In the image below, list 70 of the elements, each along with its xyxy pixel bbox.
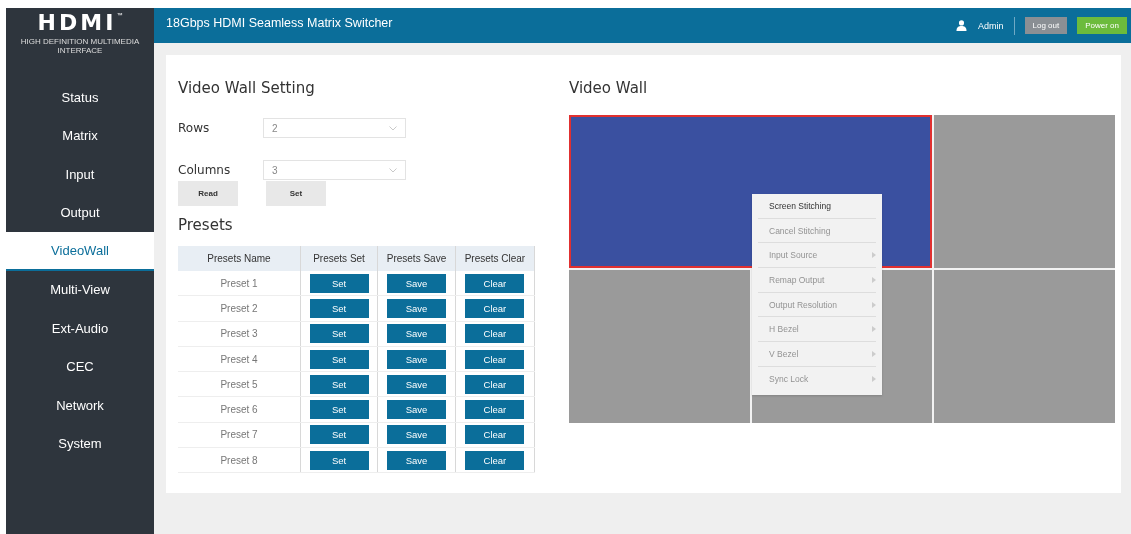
clear-button[interactable]: Clear: [465, 400, 525, 420]
user-name: Admin: [978, 20, 1004, 31]
app-title: 18Gbps HDMI Seamless Matrix Switcher: [166, 15, 393, 30]
section-title: Video Wall: [569, 79, 649, 97]
sidebar-item[interactable]: VideoWall: [6, 232, 154, 271]
section-title: Video Wall Setting: [178, 79, 316, 97]
save-button[interactable]: Save: [386, 324, 446, 344]
column-header: Presets Clear: [455, 246, 535, 271]
table-cell: Preset 2: [178, 295, 301, 322]
set-button[interactable]: Set: [309, 400, 369, 420]
field-label: Columns: [178, 163, 232, 177]
sidebar-item[interactable]: Output: [6, 193, 154, 232]
clear-button[interactable]: Clear: [465, 425, 525, 445]
table-cell: Preset 5: [178, 371, 301, 397]
save-button[interactable]: Save: [386, 450, 446, 470]
logo-wordmark: HDMI: [37, 11, 117, 34]
set-button[interactable]: Set: [309, 450, 369, 470]
menu-item[interactable]: Screen Stitching: [758, 194, 876, 219]
sidebar-item[interactable]: Network: [6, 386, 154, 425]
save-button[interactable]: Save: [386, 349, 446, 369]
save-button[interactable]: Save: [386, 400, 446, 420]
table-cell: Preset 6: [178, 397, 301, 423]
field-label: Rows: [178, 121, 211, 135]
set-button[interactable]: Set: [309, 273, 369, 293]
set-button[interactable]: Set: [309, 425, 369, 445]
column-header: Presets Name: [178, 246, 301, 271]
table-cell: Preset 7: [178, 422, 301, 448]
clear-button[interactable]: Clear: [465, 324, 525, 344]
table-cell: Preset 1: [178, 271, 301, 296]
sidebar-item[interactable]: Ext-Audio: [6, 309, 154, 348]
column-header: Presets Save: [377, 246, 456, 271]
clear-button[interactable]: Clear: [465, 450, 525, 470]
select-field[interactable]: 3: [263, 160, 406, 180]
clear-button[interactable]: Clear: [465, 374, 525, 394]
submenu-arrow-icon: [872, 375, 876, 382]
clear-button[interactable]: Clear: [465, 273, 525, 293]
set-button[interactable]: Set: [309, 349, 369, 369]
save-button[interactable]: Save: [386, 374, 446, 394]
set-button[interactable]: Set: [309, 324, 369, 344]
submenu-arrow-icon: [872, 350, 876, 357]
save-button[interactable]: Save: [386, 425, 446, 445]
user-icon: [956, 20, 967, 31]
column-header: Presets Set: [300, 246, 378, 271]
clear-button[interactable]: Clear: [465, 349, 525, 369]
set-button[interactable]: Set: [309, 374, 369, 394]
clear-button[interactable]: Clear: [465, 298, 525, 318]
set-button[interactable]: Set: [309, 298, 369, 318]
sidebar-item[interactable]: System: [6, 424, 154, 463]
section-title: Presets: [178, 216, 234, 234]
table-cell: Preset 8: [178, 447, 301, 473]
chevron-icon: [389, 167, 397, 173]
chevron-icon: [389, 125, 397, 131]
table-cell: Preset 4: [178, 346, 301, 372]
sidebar-item[interactable]: Multi-View: [6, 270, 154, 309]
action-button[interactable]: Read: [178, 181, 238, 206]
sidebar-item[interactable]: Matrix: [6, 116, 154, 155]
action-button[interactable]: Set: [266, 181, 326, 206]
save-button[interactable]: Save: [386, 273, 446, 293]
sidebar-item[interactable]: Input: [6, 155, 154, 194]
submenu-arrow-icon: [872, 276, 876, 283]
sidebar-item[interactable]: Status: [6, 78, 154, 117]
submenu-arrow-icon: [872, 252, 876, 259]
submenu-arrow-icon: [872, 301, 876, 308]
table-cell: Preset 3: [178, 321, 301, 347]
save-button[interactable]: Save: [386, 298, 446, 318]
select-field[interactable]: 2: [263, 118, 406, 138]
sidebar-item[interactable]: CEC: [6, 347, 154, 386]
logo-tagline: HIGH DEFINITION MULTIMEDIA INTERFACE: [19, 36, 141, 55]
header-button[interactable]: Log out: [1024, 17, 1068, 34]
submenu-arrow-icon: [872, 326, 876, 333]
